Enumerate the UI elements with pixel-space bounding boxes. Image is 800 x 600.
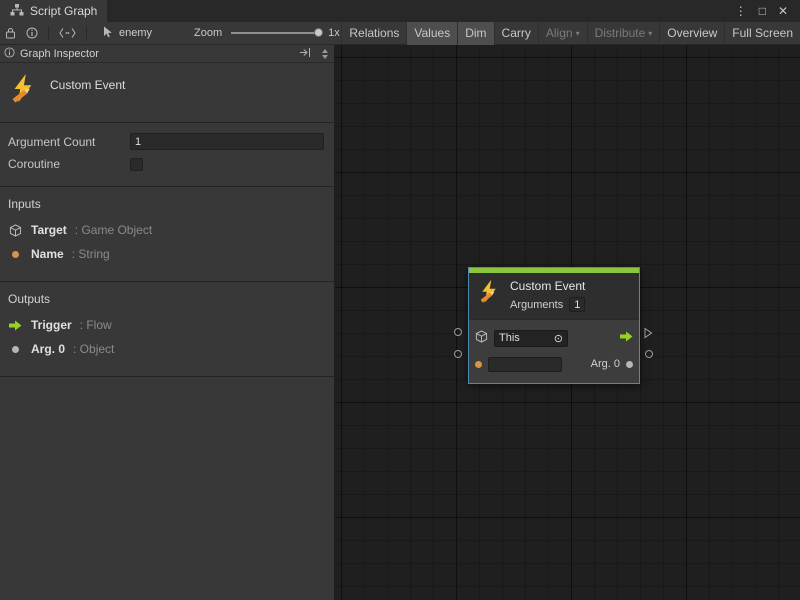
inspector-title: Graph Inspector — [20, 48, 99, 60]
dock-panel-icon[interactable] — [299, 47, 311, 61]
window-tab-bar: Script Graph ⋮ □ ✕ — [0, 0, 800, 22]
custom-event-icon — [477, 279, 501, 306]
argument-count-label: Argument Count — [8, 135, 130, 149]
info-icon — [4, 47, 15, 61]
input-target-row: Target : Game Object — [8, 223, 326, 237]
pointer-icon — [102, 26, 114, 41]
node-titles: Custom Event Arguments 1 — [510, 279, 585, 312]
string-port-icon — [8, 251, 23, 258]
graph-toolbar: enemy Zoom 1x Relations Values Dim Carry… — [0, 22, 800, 45]
unit-title: Custom Event — [50, 78, 125, 92]
script-graph-icon — [10, 4, 24, 19]
values-button[interactable]: Values — [406, 22, 457, 45]
outputs-title: Outputs — [8, 292, 326, 306]
event-name-input[interactable] — [488, 357, 562, 372]
overview-button[interactable]: Overview — [659, 22, 724, 45]
custom-event-icon — [8, 73, 38, 106]
input-name-row: Name : String — [8, 247, 326, 261]
zoom-value: 1x — [328, 27, 340, 39]
trigger-output-port[interactable] — [644, 327, 653, 342]
code-preview-icon[interactable] — [54, 22, 81, 45]
toolbar-buttons: Relations Values Dim Carry Align ▾ Distr… — [341, 22, 800, 45]
distribute-dropdown-button[interactable]: Distribute ▾ — [587, 22, 660, 45]
unit-settings: Argument Count Coroutine — [0, 123, 334, 187]
arg0-label: Arg. 0 — [591, 358, 620, 370]
zoom-label: Zoom — [194, 27, 222, 39]
argument-count-input[interactable] — [130, 133, 324, 150]
chevron-down-icon: ▾ — [648, 29, 652, 38]
custom-event-node[interactable]: Custom Event Arguments 1 — [468, 267, 640, 384]
script-graph-window: Script Graph ⋮ □ ✕ — [0, 0, 800, 600]
tab-label: Script Graph — [30, 4, 97, 18]
window-controls: ⋮ □ ✕ — [729, 0, 800, 22]
object-picker-icon[interactable]: ⊙ — [554, 332, 563, 345]
dim-button[interactable]: Dim — [457, 22, 493, 45]
target-object-dropdown[interactable]: This ⊙ — [494, 330, 568, 347]
window-close-icon[interactable]: ✕ — [772, 0, 794, 22]
coroutine-row: Coroutine — [8, 157, 324, 171]
target-port-row: This ⊙ — [475, 329, 633, 347]
inputs-section: Inputs Target : Game Object Name : Strin… — [0, 187, 334, 282]
relations-button[interactable]: Relations — [341, 22, 406, 45]
lock-icon[interactable] — [0, 22, 21, 45]
panel-scroll-spinner[interactable] — [322, 49, 328, 59]
target-input-port[interactable] — [454, 328, 462, 336]
toolbar-separator — [86, 26, 87, 41]
scroll-down-icon[interactable] — [322, 55, 328, 59]
object-port-icon — [626, 361, 633, 368]
name-port-row: Arg. 0 — [475, 355, 633, 373]
chevron-down-icon: ▾ — [576, 29, 580, 38]
inputs-title: Inputs — [8, 197, 326, 211]
window-menu-icon[interactable]: ⋮ — [729, 0, 753, 22]
coroutine-checkbox[interactable] — [130, 158, 143, 171]
scroll-up-icon[interactable] — [322, 49, 328, 53]
flow-arrow-icon — [620, 331, 633, 345]
fullscreen-button[interactable]: Full Screen — [724, 22, 800, 45]
graph-inspector-panel: Graph Inspector — [0, 45, 335, 600]
flow-arrow-icon — [8, 320, 23, 331]
graph-canvas[interactable]: Custom Event Arguments 1 — [335, 45, 800, 600]
name-input-port[interactable] — [454, 350, 462, 358]
cube-icon — [8, 224, 23, 237]
arguments-count-field[interactable]: 1 — [569, 297, 585, 312]
tab-script-graph[interactable]: Script Graph — [0, 0, 107, 22]
carry-button[interactable]: Carry — [494, 22, 538, 45]
node-body: This ⊙ Arg. 0 — [469, 319, 639, 383]
output-trigger-row: Trigger : Flow — [8, 318, 326, 332]
node-title: Custom Event — [510, 279, 585, 293]
arg0-output-port[interactable] — [645, 350, 653, 358]
graph-selector[interactable]: enemy — [102, 26, 152, 41]
string-port-icon — [475, 361, 482, 368]
output-arg0-row: Arg. 0 : Object — [8, 342, 326, 356]
window-maximize-icon[interactable]: □ — [753, 0, 772, 22]
node-header: Custom Event Arguments 1 — [469, 273, 639, 319]
align-dropdown-button[interactable]: Align ▾ — [538, 22, 587, 45]
coroutine-label: Coroutine — [8, 157, 130, 171]
info-toggle-icon[interactable] — [21, 22, 43, 45]
cube-icon — [475, 330, 488, 346]
unit-header: Custom Event — [0, 63, 334, 123]
argument-count-row: Argument Count — [8, 133, 324, 150]
zoom-slider[interactable] — [231, 32, 319, 34]
outputs-section: Outputs Trigger : Flow Arg. 0 : Object — [0, 282, 334, 377]
inspector-header: Graph Inspector — [0, 45, 334, 63]
graph-name-label: enemy — [119, 27, 152, 39]
arguments-label: Arguments — [510, 299, 563, 311]
toolbar-separator — [48, 26, 49, 41]
zoom-control: Zoom 1x — [194, 27, 340, 39]
object-port-icon — [8, 346, 23, 353]
zoom-slider-handle[interactable] — [314, 28, 323, 37]
